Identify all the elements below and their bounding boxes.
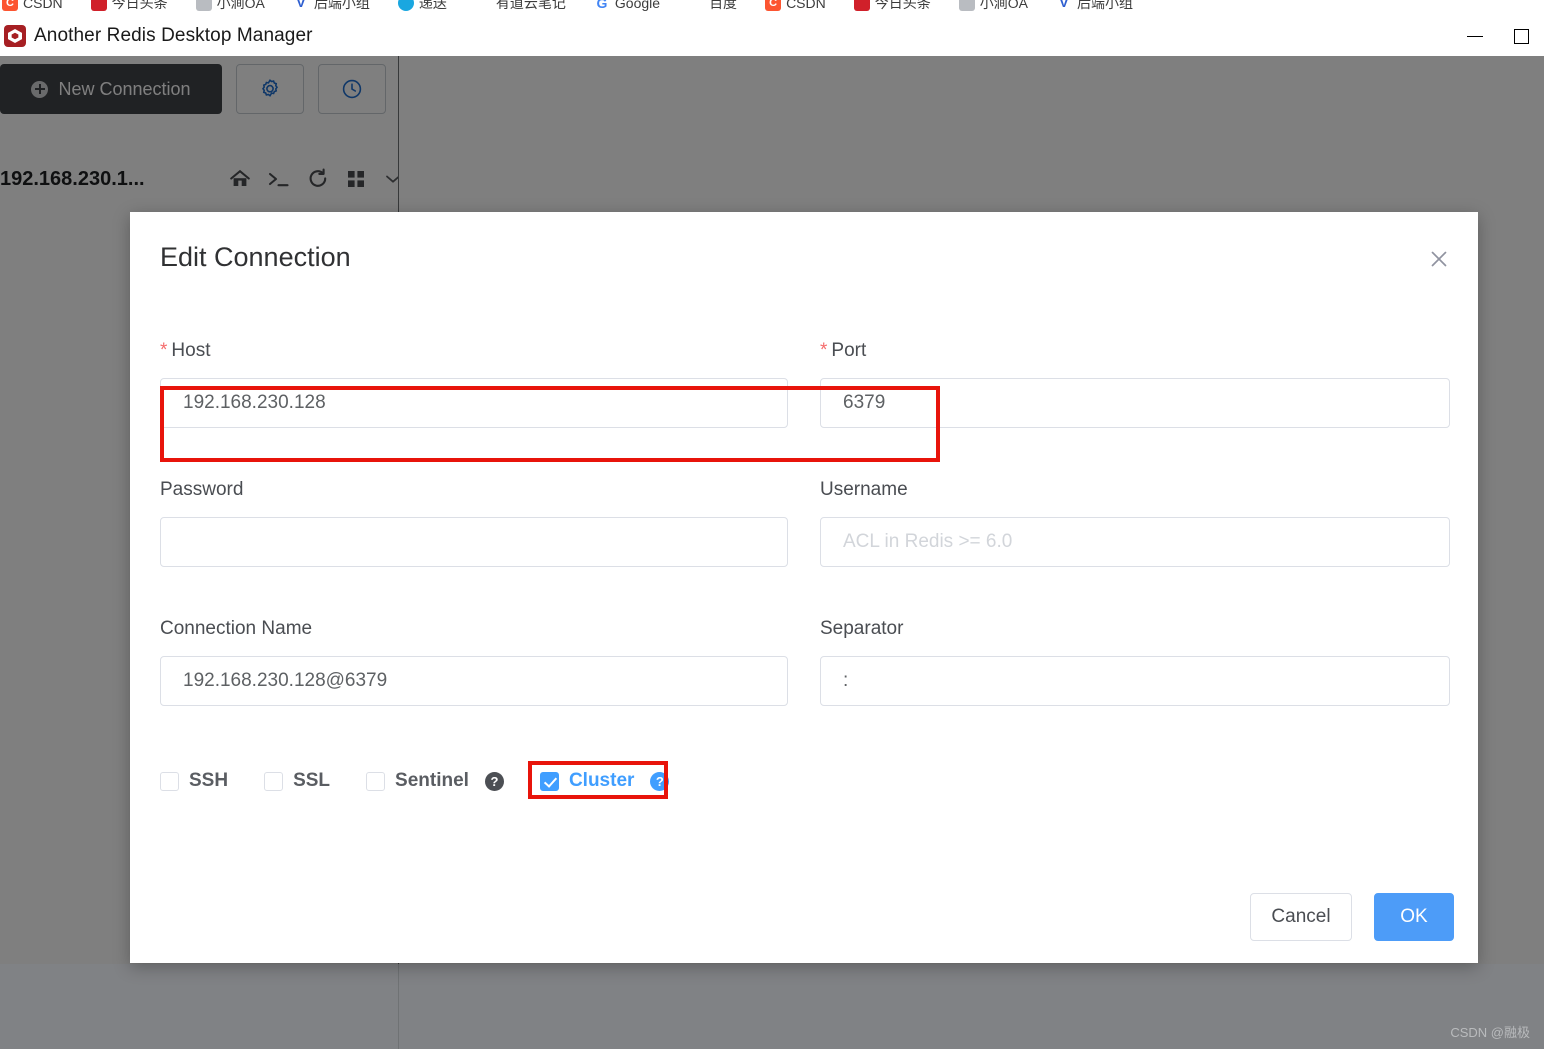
port-field-group: * Port — [820, 340, 1450, 428]
port-label-text: Port — [831, 340, 867, 361]
checkbox-cluster[interactable]: Cluster ? — [539, 770, 670, 792]
cyan-circle-icon — [397, 0, 414, 11]
bookmark-item[interactable]: 小涧OA — [957, 0, 1028, 13]
close-x-icon — [1431, 251, 1447, 267]
form-row-name-separator: Connection Name Separator — [160, 618, 1450, 757]
form-row-password-username: Password Username — [160, 479, 1450, 618]
checkbox-ssl[interactable]: SSL — [264, 770, 330, 792]
bookmark-label: 递送 — [418, 0, 447, 11]
sentinel-label: Sentinel — [395, 770, 469, 791]
separator-input[interactable] — [820, 656, 1450, 706]
ssl-checkbox[interactable] — [264, 771, 284, 791]
connection-name-input[interactable] — [160, 656, 788, 706]
connection-form: *Host *Port Password Usern — [160, 340, 1450, 757]
bookmark-label: 有道云笔记 — [495, 0, 566, 11]
browser-bookmarks-strip: C CSDN 今日头条 小涧OA V 后端小组 递送 有道云笔记 G Google 百… — [0, 0, 1544, 16]
password-label: Password — [160, 479, 244, 500]
port-label: * Port — [820, 340, 1450, 362]
watermark: CSDN @融极 — [1450, 1025, 1530, 1040]
checkbox-sentinel[interactable]: Sentinel ? — [366, 770, 504, 792]
connection-name-field-group: Connection Name — [160, 618, 820, 706]
minimize-icon — [1467, 35, 1483, 37]
bookmark-label: 今日头条 — [874, 0, 931, 11]
connection-name-label: Connection Name — [160, 618, 313, 639]
password-input[interactable] — [160, 517, 788, 567]
bookmark-item[interactable]: 百度 — [686, 0, 737, 13]
sentinel-help-icon[interactable]: ? — [484, 771, 504, 791]
navy-square-icon — [474, 0, 491, 11]
bookmark-label: CSDN — [23, 0, 63, 11]
bookmark-label: Google — [614, 0, 661, 11]
cluster-help-icon[interactable]: ? — [650, 771, 670, 791]
bookmark-item[interactable]: V 后端小组 — [291, 0, 370, 13]
sentinel-checkbox[interactable] — [366, 771, 386, 791]
bottom-bar-divider — [398, 964, 399, 1049]
bookmark-item[interactable]: C CSDN — [763, 0, 826, 11]
bookmark-item[interactable]: 今日头条 — [852, 0, 931, 13]
cluster-label: Cluster — [568, 770, 635, 791]
bookmark-label: 小涧OA — [216, 0, 265, 11]
maximize-icon — [1513, 28, 1529, 44]
gray-square-icon — [958, 0, 975, 11]
dialog-footer: Cancel OK — [1250, 893, 1454, 941]
ssh-checkbox[interactable] — [160, 771, 179, 791]
username-input[interactable] — [820, 517, 1450, 567]
username-label: Username — [820, 479, 908, 500]
bookmark-item[interactable]: 小涧OA — [194, 0, 265, 13]
red-square-icon — [853, 0, 870, 11]
application-window: C CSDN 今日头条 小涧OA V 后端小组 递送 有道云笔记 G Google 百… — [0, 0, 1544, 1049]
required-marker: * — [160, 340, 168, 361]
bottom-bar: CSDN @融极 — [0, 964, 1544, 1049]
ssl-label: SSL — [293, 770, 331, 791]
host-label: * Host — [160, 340, 820, 362]
ssh-label: SSH — [189, 770, 229, 791]
minimize-button[interactable] — [1452, 16, 1498, 56]
csdn-icon: C — [2, 0, 18, 11]
bookmark-item[interactable]: 有道云笔记 — [473, 0, 566, 13]
checkbox-ssh[interactable]: SSH — [160, 770, 228, 792]
host-field-group: * Host — [160, 340, 820, 428]
google-icon: G — [593, 0, 610, 11]
csdn-icon: C — [765, 0, 782, 11]
window-controls — [1452, 16, 1544, 56]
bookmark-item[interactable]: 今日头条 — [89, 0, 168, 13]
cluster-checkbox[interactable] — [539, 771, 559, 791]
bookmark-item[interactable]: V 后端小组 — [1054, 0, 1133, 13]
port-input[interactable] — [820, 378, 1450, 428]
ok-button[interactable]: OK — [1374, 893, 1454, 941]
dialog-title: Edit Connection — [160, 242, 351, 272]
host-input[interactable] — [160, 378, 788, 428]
host-label-text: Host — [171, 340, 211, 361]
maximize-button[interactable] — [1498, 16, 1544, 56]
window-titlebar: Another Redis Desktop Manager — [0, 16, 1544, 56]
v-logo-icon: V — [292, 0, 309, 11]
form-row-host-port: *Host *Port — [160, 340, 1450, 479]
username-field-group: Username — [820, 479, 1450, 567]
bookmark-item[interactable]: 递送 — [396, 0, 447, 13]
bookmark-label: 百度 — [709, 0, 738, 11]
separator-label: Separator — [820, 618, 904, 639]
cancel-button[interactable]: Cancel — [1250, 893, 1352, 941]
baidu-icon — [688, 0, 705, 11]
connection-options-row: SSH SSL Sentinel ? Cluster ? — [160, 766, 670, 796]
bookmark-label: 小涧OA — [979, 0, 1028, 11]
bookmark-label: 今日头条 — [111, 0, 168, 11]
red-square-icon — [90, 0, 107, 11]
bookmark-label: 后端小组 — [1076, 0, 1133, 11]
gray-square-icon — [195, 0, 212, 11]
redis-logo-icon — [4, 25, 26, 47]
v-logo-icon: V — [1055, 0, 1072, 11]
edit-connection-dialog: Edit Connection *Host *Port — [130, 212, 1478, 963]
required-marker: * — [820, 340, 828, 361]
bookmark-label: CSDN — [786, 0, 826, 11]
browser-bookmarks-row: C CSDN 今日头条 小涧OA V 后端小组 递送 有道云笔记 G Google 百… — [0, 0, 1544, 16]
bookmark-label: 后端小组 — [313, 0, 370, 11]
bookmark-item[interactable]: G Google — [592, 0, 660, 11]
bookmark-item[interactable]: C CSDN — [0, 0, 63, 11]
window-title: Another Redis Desktop Manager — [34, 25, 313, 46]
separator-field-group: Separator — [820, 618, 1450, 706]
close-icon[interactable] — [1424, 244, 1454, 274]
password-field-group: Password — [160, 479, 820, 567]
